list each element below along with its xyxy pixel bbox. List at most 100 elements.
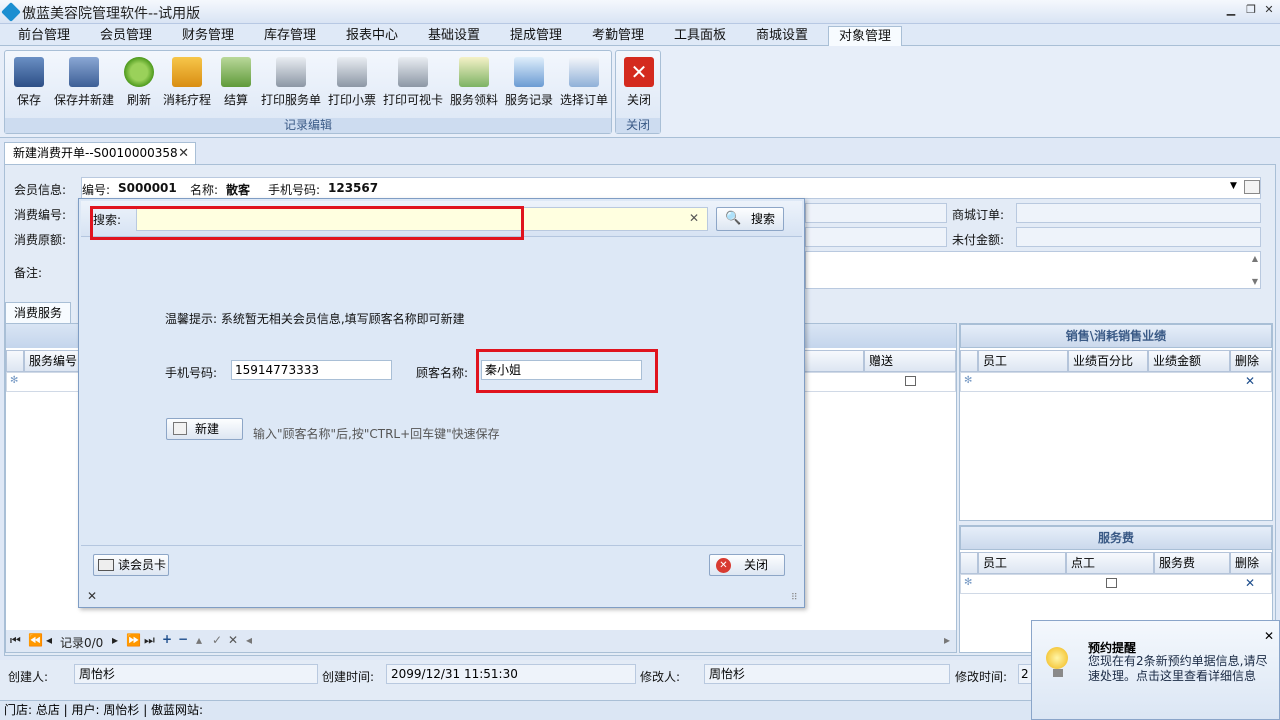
remark-label: 备注: <box>14 266 43 280</box>
clear-search-icon[interactable]: ✕ <box>689 211 699 225</box>
save-and-new-button[interactable]: 保存并新建 <box>51 55 117 113</box>
delete-icon[interactable]: ✕ <box>1245 576 1255 590</box>
print-service-order-button[interactable]: 打印服务单 <box>259 55 323 113</box>
save-button[interactable]: 保存 <box>9 55 49 113</box>
consume-extra-field[interactable] <box>805 203 947 223</box>
close-button[interactable]: ✕ 关闭 <box>620 55 658 113</box>
record-edit-caption: 记录编辑 <box>5 118 611 133</box>
created-time-label: 创建时间: <box>322 670 375 684</box>
refresh-icon <box>124 57 154 87</box>
nav-first-icon[interactable]: ⏮ <box>10 633 21 648</box>
nav-prev-page-icon[interactable]: ⏪ <box>28 633 43 647</box>
nav-add-icon[interactable]: + <box>162 632 172 646</box>
close-tab-icon[interactable]: ✕ <box>178 143 189 164</box>
title-bar: 傲蓝美容院管理软件--试用版 ▁ ❐ ✕ <box>0 0 1280 24</box>
scroll-up-icon[interactable]: ▲ <box>1252 254 1258 263</box>
document-tab[interactable]: 新建消费开单--S0010000358 ✕ <box>4 142 196 164</box>
print-visual-card-button[interactable]: 打印可视卡 <box>381 55 445 113</box>
nav-remove-icon[interactable]: − <box>178 632 188 646</box>
column-service-fee[interactable]: 服务费 <box>1154 552 1230 574</box>
service-material-button[interactable]: 服务领料 <box>447 55 501 113</box>
tab-attendance[interactable]: 考勤管理 <box>582 26 654 46</box>
column-performance-percent[interactable]: 业绩百分比 <box>1068 350 1148 372</box>
dialog-dismiss-icon[interactable]: ✕ <box>87 589 97 603</box>
remark-field[interactable]: ▲ ▼ <box>805 251 1261 289</box>
original-extra-field[interactable] <box>805 227 947 247</box>
sales-panel-title: 销售\消耗销售业绩 <box>960 324 1272 348</box>
column-point-work[interactable]: 点工 <box>1066 552 1154 574</box>
puzzle-icon <box>172 57 202 87</box>
close-red-x-icon: ✕ <box>624 57 654 87</box>
tab-tools[interactable]: 工具面板 <box>664 26 736 46</box>
close-window-icon[interactable]: ✕ <box>1260 2 1278 18</box>
nav-next-page-icon[interactable]: ⏩ <box>126 633 141 647</box>
window-title: 傲蓝美容院管理软件--试用版 <box>22 6 201 22</box>
unpaid-amount-label: 未付金额: <box>952 233 1005 247</box>
column-employee[interactable]: 员工 <box>978 350 1068 372</box>
tab-inventory[interactable]: 库存管理 <box>254 26 326 46</box>
nav-up-icon[interactable]: ▴ <box>196 633 202 647</box>
select-order-button[interactable]: 选择订单 <box>557 55 611 113</box>
dropdown-arrow-icon[interactable]: ▼ <box>1230 181 1237 191</box>
mall-order-field[interactable] <box>1016 203 1261 223</box>
service-record-button[interactable]: 服务记录 <box>503 55 555 113</box>
column-delete[interactable]: 删除 <box>1230 552 1272 574</box>
checkbox-icon[interactable] <box>905 376 916 386</box>
magnifier-icon: 🔍 <box>725 211 742 226</box>
tab-object-management[interactable]: 对象管理 <box>828 26 903 46</box>
read-member-card-button[interactable]: 读会员卡 <box>93 554 169 576</box>
nav-confirm-icon[interactable]: ✓ <box>212 633 222 647</box>
record-counter: 记录0/0 <box>60 636 104 650</box>
sales-new-row[interactable]: ✻ ✕ <box>960 372 1272 392</box>
column-delete[interactable]: 删除 <box>1230 350 1272 372</box>
card-reader-icon <box>98 559 114 571</box>
tab-consume-service[interactable]: 消费服务 <box>5 302 71 324</box>
minimize-icon[interactable]: ▁ <box>1222 2 1240 18</box>
service-fee-title: 服务费 <box>960 526 1272 550</box>
nav-next-icon[interactable]: ▸ <box>112 633 118 647</box>
delete-icon[interactable]: ✕ <box>1245 374 1255 388</box>
nav-prev-icon[interactable]: ◂ <box>46 633 52 647</box>
checkout-button[interactable]: 结算 <box>217 55 255 113</box>
column-gift[interactable]: 赠送 <box>864 350 956 372</box>
checkbox-icon[interactable] <box>1106 578 1117 588</box>
close-caption: 关闭 <box>616 118 660 133</box>
tab-mall-settings[interactable]: 商城设置 <box>746 26 818 46</box>
member-card-icon[interactable] <box>1244 180 1260 194</box>
nav-last-icon[interactable]: ⏭ <box>144 633 155 648</box>
maximize-icon[interactable]: ❐ <box>1242 2 1260 18</box>
dialog-footer <box>81 545 802 585</box>
tip-text: 温馨提示: 系统暂无相关会员信息,填写顾客名称即可新建 <box>165 312 465 326</box>
unpaid-amount-field[interactable] <box>1016 227 1261 247</box>
appointment-reminder-popup[interactable]: 预约提醒 您现在有2条新预约单据信息,请尽速处理。点击这里查看详细信息 ✕ <box>1031 620 1280 720</box>
consume-no-label: 消费编号: <box>14 208 67 222</box>
tab-basic-settings[interactable]: 基础设置 <box>418 26 490 46</box>
fee-new-row[interactable]: ✻ ✕ <box>960 574 1272 594</box>
column-performance-amount[interactable]: 业绩金额 <box>1148 350 1230 372</box>
tab-reports[interactable]: 报表中心 <box>336 26 408 46</box>
resize-grip-icon[interactable]: ⠿ <box>791 593 798 603</box>
tab-members[interactable]: 会员管理 <box>90 26 162 46</box>
member-info-field[interactable]: 编号: S000001 名称: 散客 手机号码: 123567 ▼ <box>81 177 1261 199</box>
scroll-right-icon[interactable]: ▸ <box>944 633 950 647</box>
grid-row-header <box>960 552 978 574</box>
nav-cancel-icon[interactable]: ✕ <box>228 633 238 647</box>
scroll-down-icon[interactable]: ▼ <box>1252 277 1258 286</box>
scroll-left-icon[interactable]: ◂ <box>246 633 252 647</box>
tab-commission[interactable]: 提成管理 <box>500 26 572 46</box>
new-member-button[interactable]: 新建 <box>166 418 243 440</box>
tab-finance[interactable]: 财务管理 <box>172 26 244 46</box>
reminder-body[interactable]: 您现在有2条新预约单据信息,请尽速处理。点击这里查看详细信息 <box>1088 654 1270 684</box>
print-receipt-button[interactable]: 打印小票 <box>325 55 379 113</box>
record-edit-group: 保存 保存并新建 刷新 消耗疗程 结算 打印服务单 打印小票 打印可视卡 服务领… <box>4 50 612 134</box>
phone-input[interactable]: 15914773333 <box>231 360 392 380</box>
close-reminder-icon[interactable]: ✕ <box>1264 629 1274 643</box>
search-button[interactable]: 🔍 搜索 <box>716 207 784 231</box>
consume-treatment-button[interactable]: 消耗疗程 <box>159 55 215 113</box>
tab-front-desk[interactable]: 前台管理 <box>8 26 80 46</box>
new-hint-text: 输入"顾客名称"后,按"CTRL+回车键"快速保存 <box>253 427 500 441</box>
column-employee[interactable]: 员工 <box>978 552 1066 574</box>
dialog-close-button[interactable]: ✕ 关闭 <box>709 554 785 576</box>
refresh-button[interactable]: 刷新 <box>121 55 157 113</box>
customer-name-highlight <box>476 349 658 393</box>
